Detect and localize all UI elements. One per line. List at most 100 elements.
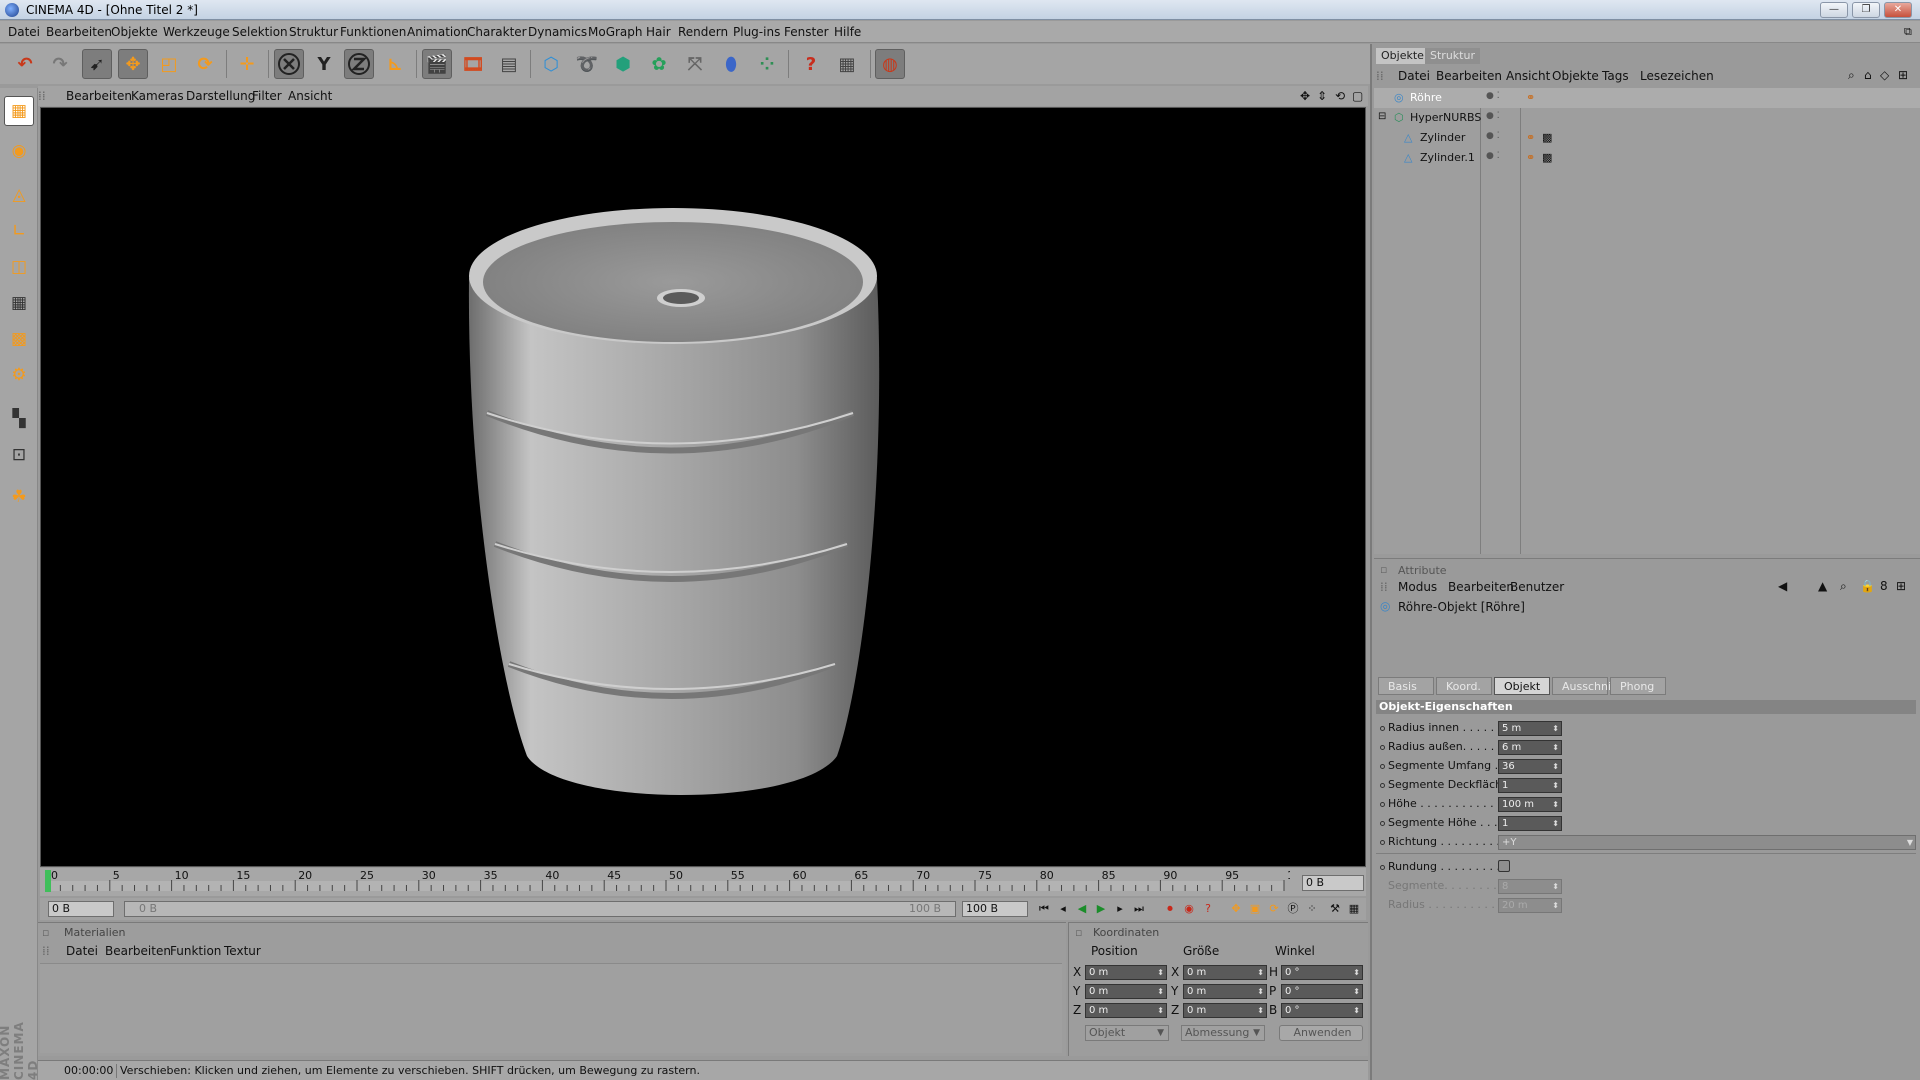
menu-bearbeiten[interactable]: Bearbeiten (46, 25, 112, 39)
objects-menu-datei[interactable]: Datei (1398, 69, 1430, 83)
object-row-zylinder[interactable]: △ Zylinder ● ⁚ ⚭ ▩ (1374, 128, 1920, 148)
rotate-view-icon[interactable]: ⟲ (1335, 89, 1345, 103)
z-axis-icon[interactable] (344, 49, 374, 79)
object-row-roehre[interactable]: ◎ Röhre ● ⁚ ⚭ (1374, 88, 1920, 108)
home-icon[interactable]: ⌂ (1864, 68, 1872, 82)
menu-struktur[interactable]: Struktur (289, 25, 338, 39)
workplane-icon[interactable]: ⊡ (4, 440, 34, 470)
tab-phong[interactable]: Phong (1610, 677, 1666, 695)
environment-icon[interactable]: ⬮ (716, 49, 746, 79)
next-key-icon[interactable]: ▸ (1112, 901, 1128, 917)
phong-tag-icon[interactable]: ⚭ (1526, 131, 1535, 144)
viewport-menu-bearbeiten[interactable]: Bearbeiten (66, 89, 132, 103)
autokey-icon[interactable]: ◉ (1181, 901, 1197, 917)
array-icon[interactable]: ✿ (644, 49, 674, 79)
angle-h-field[interactable]: 0 ° ⬍ (1281, 965, 1363, 980)
visibility-dots-icon[interactable]: ● ⁚ (1486, 91, 1500, 101)
radius-aussen-field[interactable]: 6 m ⬍ (1498, 740, 1562, 755)
undo-icon[interactable]: ↶ (10, 49, 40, 79)
search-icon[interactable]: ⌕ (1848, 68, 1855, 83)
last-tool-icon[interactable]: ✛ (232, 49, 262, 79)
use-axis-mode-icon[interactable]: ▩ (4, 324, 34, 354)
phong-tag-icon[interactable]: ⚭ (1526, 91, 1535, 104)
help-cursor-icon[interactable]: ? (796, 49, 826, 79)
goto-start-icon[interactable]: ⏮ (1036, 901, 1052, 917)
objects-menu-lesezeichen[interactable]: Lesezeichen (1640, 69, 1714, 83)
materials-menu-bearbeiten[interactable]: Bearbeiten (105, 944, 171, 958)
tab-ausschnitt[interactable]: Ausschnitt (1552, 677, 1620, 695)
new-panel-icon[interactable]: ⊞ (1896, 579, 1906, 593)
attributes-menu-benutzer[interactable]: Benutzer (1510, 580, 1564, 594)
web-icon[interactable]: ◍ (875, 49, 905, 79)
eye-icon[interactable]: ◇ (1880, 68, 1889, 82)
start-frame-field[interactable]: 0 B (48, 901, 114, 917)
range-slider[interactable]: 0 B 100 B (124, 901, 956, 917)
tab-koord[interactable]: Koord. (1436, 677, 1492, 695)
3d-viewport[interactable] (40, 107, 1366, 867)
move-tool-icon[interactable]: ✥ (118, 49, 148, 79)
motion-record-icon[interactable]: ⚒ (1327, 901, 1343, 917)
toggle-view-icon[interactable]: ▢ (1352, 89, 1363, 103)
menu-datei[interactable]: Datei (8, 25, 40, 39)
radius-innen-field[interactable]: 5 m ⬍ (1498, 721, 1562, 736)
coordinate-mode-select[interactable]: Objekt ▼ (1085, 1025, 1169, 1041)
new-panel-icon[interactable]: ⊞ (1898, 68, 1908, 82)
deformer-icon[interactable]: ⤧ (680, 49, 710, 79)
menu-charakter[interactable]: Charakter (467, 25, 527, 39)
use-object-mode-icon[interactable]: ◉ (4, 136, 34, 166)
coordinate-system-icon[interactable]: ⊾ (380, 49, 410, 79)
materials-menu-funktion[interactable]: Funktion (170, 944, 221, 958)
menu-hair[interactable]: Hair (646, 25, 671, 39)
spline-icon[interactable]: ➰ (572, 49, 602, 79)
maximize-button[interactable]: ❐ (1852, 2, 1880, 18)
tab-basis[interactable]: Basis (1378, 677, 1434, 695)
objects-menu-tags[interactable]: Tags (1602, 69, 1629, 83)
object-manager-list[interactable]: ◎ Röhre ● ⁚ ⚭ ⊟ ⬡ HyperNURBS ● ⁚ △ Zylin… (1374, 88, 1920, 554)
menu-dynamics[interactable]: Dynamics (528, 25, 587, 39)
tweak-mode-icon[interactable]: ⚙ (4, 360, 34, 390)
attributes-menu-modus[interactable]: Modus (1398, 580, 1437, 594)
texture-tag-icon[interactable]: ▩ (1542, 131, 1552, 144)
visibility-dots-icon[interactable]: ● ⁚ (1486, 151, 1500, 161)
viewport-menu-ansicht[interactable]: Ansicht (288, 89, 332, 103)
rundung-segmente-field[interactable]: 8 ⬍ (1498, 879, 1562, 894)
size-mode-select[interactable]: Abmessung ▼ (1181, 1025, 1265, 1041)
segmente-umfang-field[interactable]: 36 ⬍ (1498, 759, 1562, 774)
phong-tag-icon[interactable]: ⚭ (1526, 151, 1535, 164)
render-picture-viewer-icon[interactable]: 🎞 (458, 49, 488, 79)
segmente-deckflaeche-field[interactable]: 1 ⬍ (1498, 778, 1562, 793)
use-points-mode-icon[interactable]: ◬ (4, 180, 34, 210)
objects-menu-ansicht[interactable]: Ansicht (1506, 69, 1550, 83)
menu-rendern[interactable]: Rendern (678, 25, 728, 39)
collapse-icon[interactable]: ⊟ (1378, 111, 1386, 122)
objects-menu-objekte[interactable]: Objekte (1552, 69, 1599, 83)
key-parameter-icon[interactable]: Ⓟ (1285, 901, 1301, 917)
menu-animation[interactable]: Animation (407, 25, 468, 39)
key-rotation-icon[interactable]: ⟳ (1266, 901, 1282, 917)
timeline-icon[interactable]: ▦ (832, 49, 862, 79)
texture-tag-icon[interactable]: ▩ (1542, 151, 1552, 164)
menu-hilfe[interactable]: Hilfe (834, 25, 861, 39)
timeline-ruler[interactable]: 0 5 10 15 20 25 30 35 40 45 50 55 60 65 70 75 80 85 90 95 10… (40, 868, 1366, 896)
apply-button[interactable]: Anwenden (1279, 1025, 1363, 1041)
menu-fenster[interactable]: Fenster (784, 25, 829, 39)
goto-end-icon[interactable]: ⏭ (1131, 901, 1147, 917)
options-icon[interactable]: 8 (1880, 579, 1888, 593)
use-texture-mode-icon[interactable]: ▦ (4, 288, 34, 318)
use-edges-mode-icon[interactable]: ∟ (4, 216, 34, 246)
angle-p-field[interactable]: 0 ° ⬍ (1281, 984, 1363, 999)
back-arrow-icon[interactable]: ◀ (1778, 579, 1787, 593)
richtung-select[interactable]: +Y ▼ (1498, 835, 1916, 850)
zoom-view-icon[interactable]: ⇕ (1317, 89, 1327, 103)
position-z-field[interactable]: 0 m ⬍ (1085, 1003, 1167, 1018)
search-icon[interactable]: ⌕ (1840, 579, 1847, 594)
play-backward-icon[interactable]: ◀ (1074, 901, 1090, 917)
materials-menu-textur[interactable]: Textur (224, 944, 261, 958)
minimize-button[interactable]: — (1820, 2, 1848, 18)
key-point-level-icon[interactable]: ⁘ (1304, 901, 1320, 917)
size-x-field[interactable]: 0 m ⬍ (1183, 965, 1267, 980)
end-frame-field[interactable]: 100 B (962, 901, 1028, 917)
visibility-dots-icon[interactable]: ● ⁚ (1486, 131, 1500, 141)
rundung-checkbox[interactable] (1498, 860, 1510, 872)
paint-mode-icon[interactable]: ☘ (4, 482, 34, 512)
